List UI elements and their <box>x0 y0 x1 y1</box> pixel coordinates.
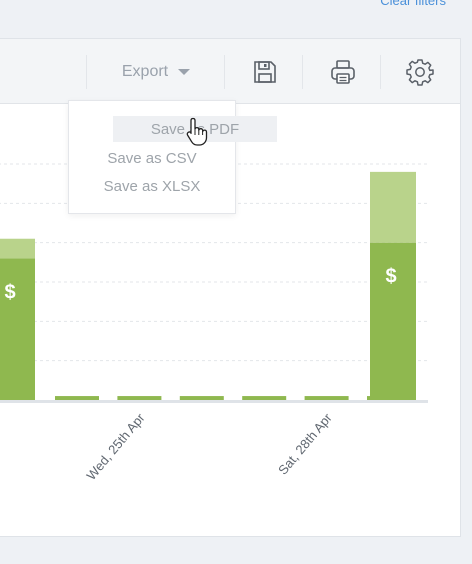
x-tick-label: Wed, 25th Apr <box>83 410 148 483</box>
bar-segment <box>242 396 287 400</box>
bar-segment <box>0 258 35 400</box>
bar-segment <box>117 396 162 400</box>
export-label: Export <box>121 63 169 80</box>
menu-item-save-xlsx[interactable]: Save as XLSX <box>69 173 235 199</box>
export-menu: Save as PDF Save as CSV Save as XLSX <box>68 100 277 214</box>
bar-segment <box>179 396 224 400</box>
bar-segment <box>0 238 35 259</box>
x-axis-line <box>0 400 428 403</box>
save-button[interactable] <box>249 56 281 88</box>
menu-item-label: Save as XLSX <box>103 177 201 195</box>
print-icon <box>331 60 355 84</box>
page-footer-strip <box>0 546 472 564</box>
bar-segment <box>370 171 416 243</box>
bar-segment <box>304 396 349 400</box>
toolbar-separator <box>224 55 225 89</box>
menu-item-save-csv[interactable]: Save as CSV <box>69 145 235 171</box>
print-button[interactable] <box>327 56 359 88</box>
clear-filters-link[interactable]: Clear filters <box>380 0 446 8</box>
caret-down-icon <box>178 69 191 75</box>
bar-symbol-label: $ <box>4 281 15 303</box>
settings-gear-icon <box>406 59 434 86</box>
save-icon <box>254 61 276 83</box>
settings-button[interactable] <box>404 56 436 88</box>
toolbar-separator <box>302 55 303 89</box>
menu-item-label: Save as CSV <box>107 149 197 167</box>
bar-symbol-label: $ <box>385 266 396 288</box>
hand-cursor-icon <box>186 117 208 146</box>
x-tick-label: Sat, 28th Apr <box>275 410 335 478</box>
toolbar-separator <box>380 55 381 89</box>
bar-segment <box>55 396 99 400</box>
export-dropdown-button[interactable]: Export <box>88 57 218 87</box>
chart-toolbar: Export <box>0 39 460 104</box>
toolbar-separator <box>86 55 87 89</box>
